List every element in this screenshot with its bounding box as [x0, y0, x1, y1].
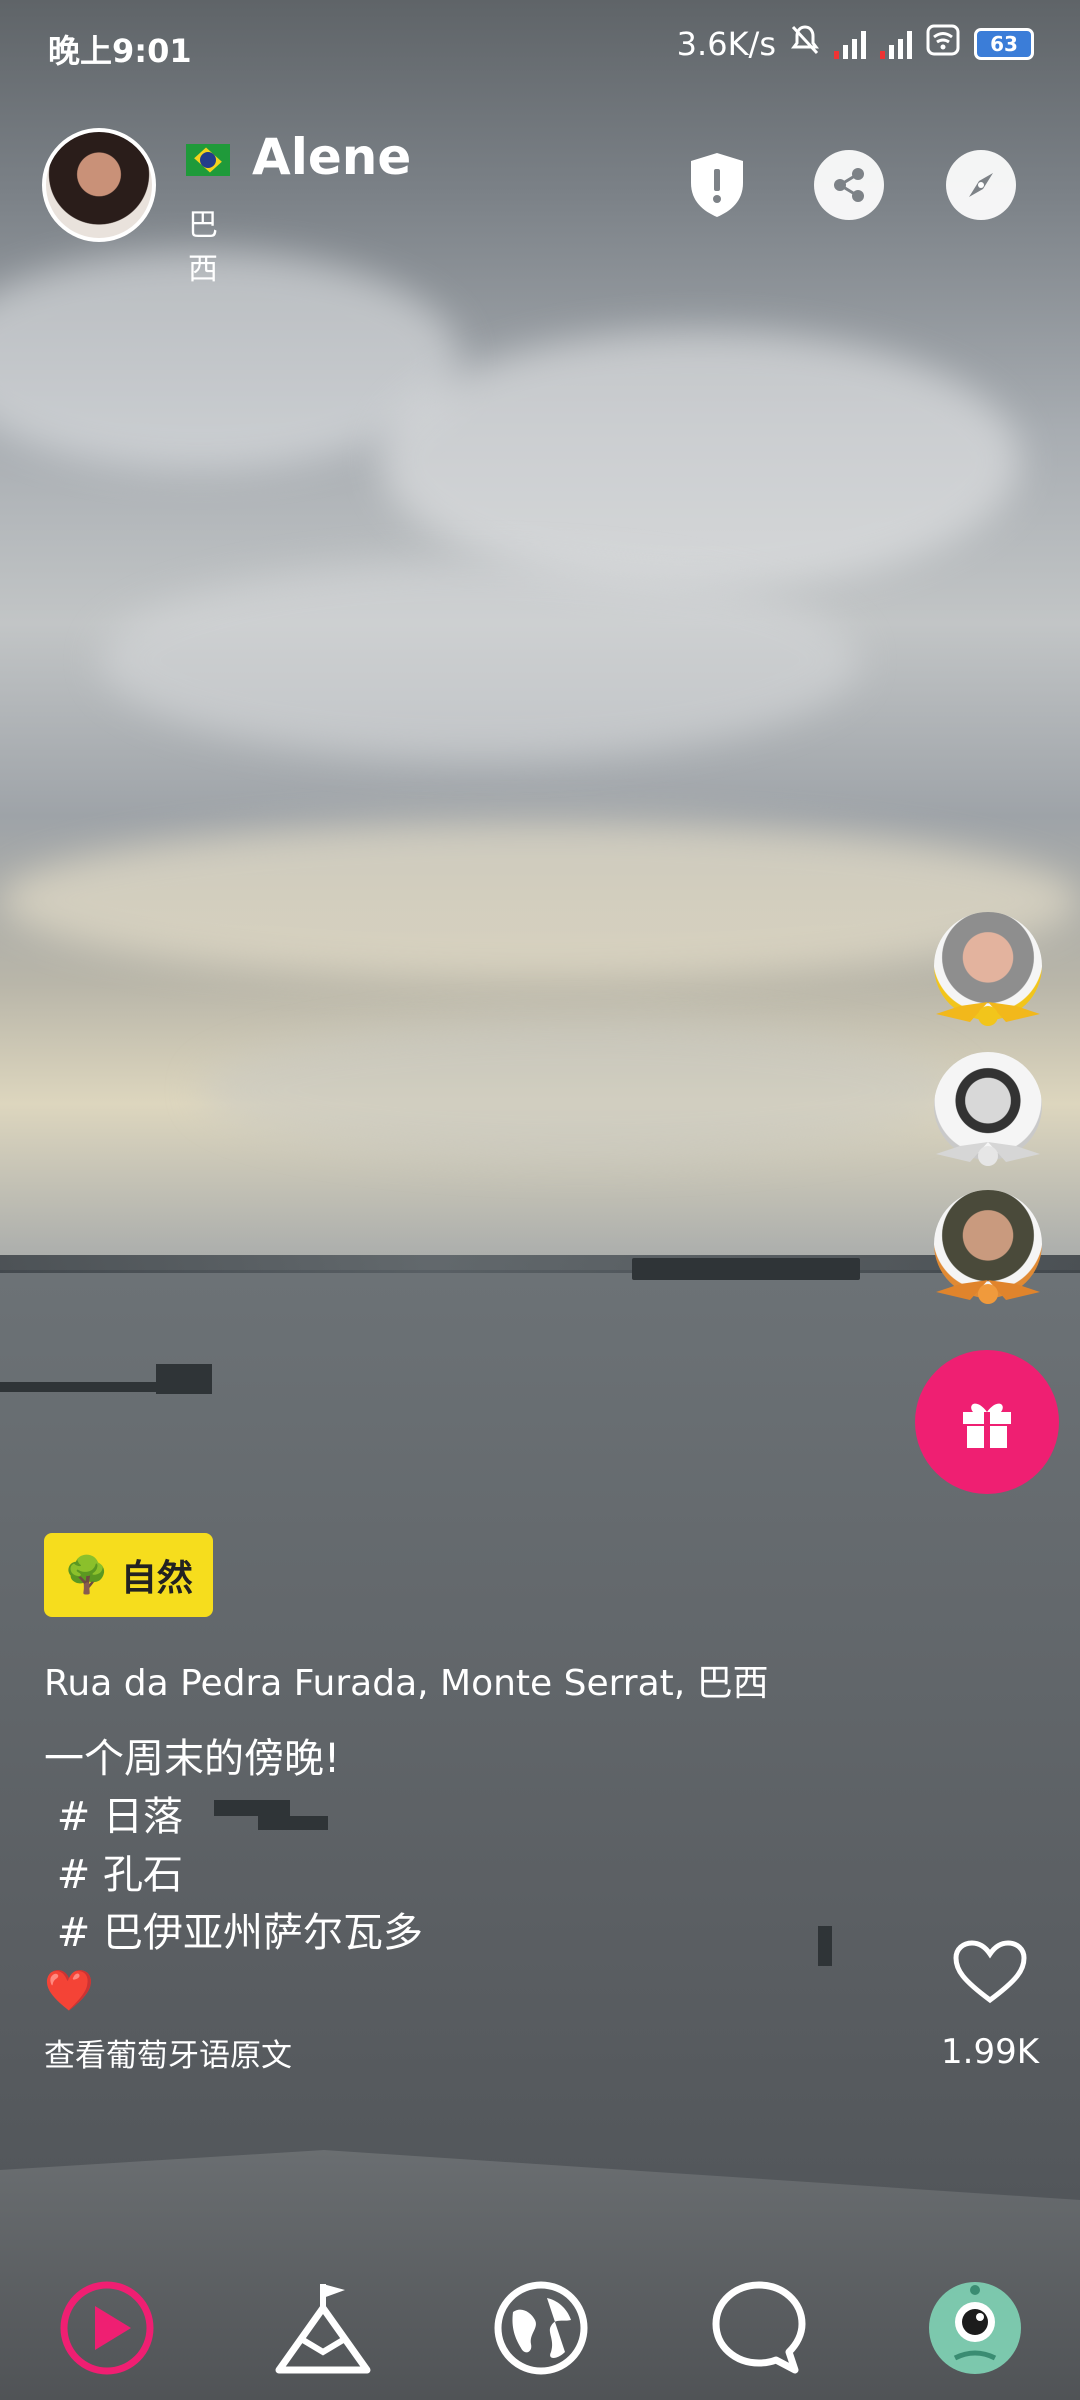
caption-line: 一个周末的傍晚!	[44, 1736, 341, 1782]
gift-icon	[963, 1403, 1011, 1448]
heart-emoji: ❤️	[44, 1968, 94, 2014]
network-speed: 3.6K/s	[676, 25, 776, 63]
profile-name[interactable]: Alene	[252, 128, 411, 186]
mountain-flag-icon	[275, 2284, 371, 2374]
chat-icon	[712, 2281, 806, 2374]
globe-icon	[494, 2281, 588, 2375]
signal-icon-2	[880, 29, 912, 59]
category-label: 自然	[120, 1558, 193, 1599]
sunset-glow	[0, 820, 1080, 980]
cloud	[200, 1020, 960, 1160]
category-tag[interactable]: 🌳 自然	[44, 1533, 213, 1617]
gift-button[interactable]	[915, 1350, 1059, 1494]
like-button[interactable]	[940, 1940, 1040, 2008]
horizon-land	[0, 1255, 1080, 1273]
pier-structure	[156, 1364, 212, 1394]
shield-icon[interactable]	[682, 150, 752, 220]
nav-chat-tab[interactable]	[704, 2273, 814, 2383]
battery-level: 63	[990, 32, 1018, 56]
heart-outline-icon	[953, 1940, 1027, 2004]
nav-profile-tab[interactable]	[920, 2273, 1030, 2383]
ship	[632, 1258, 860, 1280]
profile-country: 巴西	[188, 208, 218, 287]
tree-icon: 🌳	[64, 1555, 109, 1596]
post-caption: 一个周末的傍晚! # 日落 # 孔石 # 巴伊亚州萨尔瓦多 ❤️	[44, 1730, 423, 2020]
top-fan-avatar-silver[interactable]	[934, 1052, 1042, 1166]
status-time: 晚上9:01	[48, 32, 192, 70]
silver-wings-icon	[936, 1142, 1040, 1166]
hashtag[interactable]: # 巴伊亚州萨尔瓦多	[44, 1904, 423, 1962]
top-fan-avatar-gold[interactable]	[934, 912, 1042, 1026]
play-icon	[60, 2281, 154, 2375]
avatar[interactable]	[42, 128, 156, 242]
bottom-nav	[0, 2255, 1080, 2400]
compass-icon[interactable]	[946, 150, 1016, 220]
cloud	[100, 560, 860, 760]
cloud	[380, 330, 1020, 590]
nav-world-tab[interactable]	[486, 2273, 596, 2383]
video-screen[interactable]: 晚上9:01 3.6K/s 63 Alene 巴西 🌳 自然 Rua da Pe…	[0, 0, 1080, 2400]
brazil-flag-icon	[186, 144, 230, 176]
nav-play-tab[interactable]	[52, 2273, 162, 2383]
status-icons: 3.6K/s 63	[677, 24, 1034, 64]
hashtag[interactable]: # 日落	[44, 1788, 423, 1846]
status-bar: 晚上9:01 3.6K/s 63	[0, 0, 1080, 90]
profile-avatar-icon	[929, 2282, 1021, 2374]
top-fan-avatar-bronze[interactable]	[934, 1190, 1042, 1304]
nav-explore-tab[interactable]	[268, 2273, 378, 2383]
mute-icon	[790, 24, 820, 64]
signal-icon	[834, 29, 866, 59]
battery-icon: 63	[974, 28, 1034, 60]
share-icon[interactable]	[814, 150, 884, 220]
buoy	[818, 1926, 832, 1966]
location-text[interactable]: Rua da Pedra Furada, Monte Serrat, 巴西	[44, 1654, 769, 1706]
wifi-icon	[926, 24, 960, 64]
gold-wings-icon	[936, 1002, 1040, 1026]
like-count: 1.99K	[941, 2032, 1039, 2072]
bronze-wings-icon	[936, 1280, 1040, 1304]
view-original-link[interactable]: 查看葡萄牙语原文	[44, 2030, 292, 2075]
hashtag[interactable]: # 孔石	[44, 1846, 423, 1904]
